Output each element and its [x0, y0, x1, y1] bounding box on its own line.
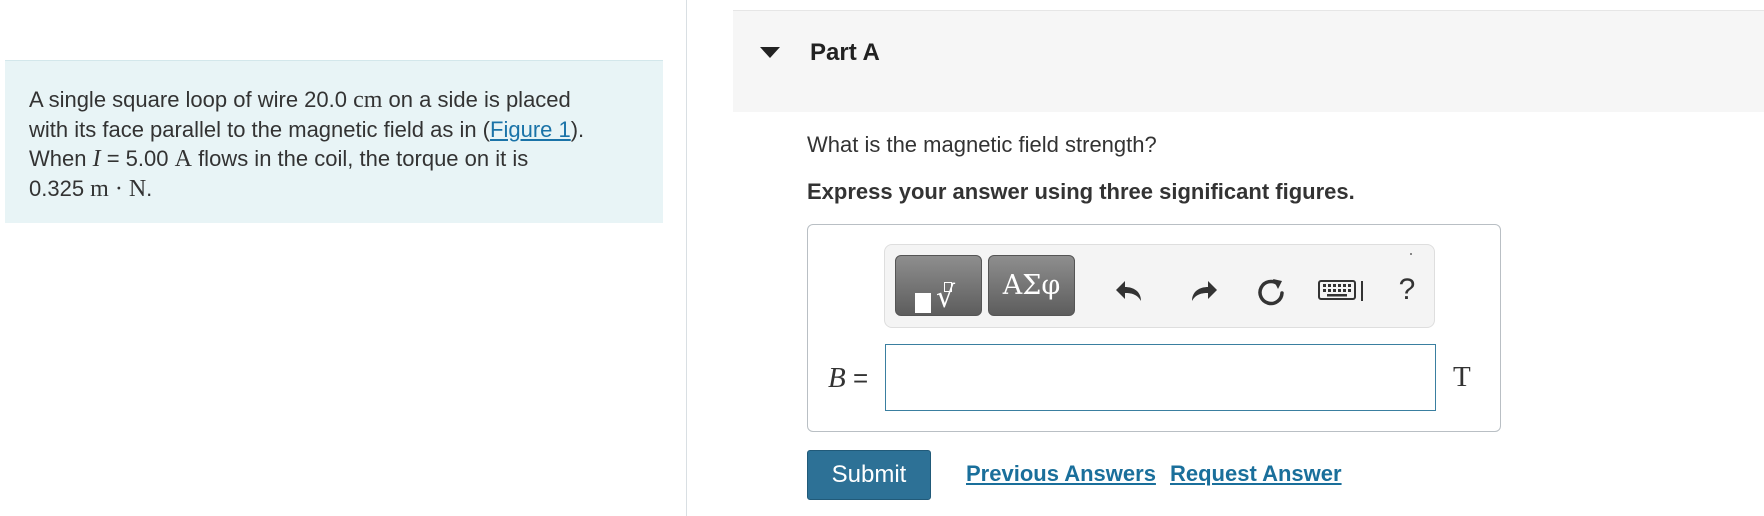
problem-line-3: When I = 5.00 A flows in the coil, the t…: [29, 144, 641, 174]
greek-symbols-button[interactable]: ΑΣφ: [988, 255, 1075, 316]
problem-text: = 5.00: [100, 146, 175, 171]
collapse-caret-icon[interactable]: [760, 47, 780, 58]
unit-A: A: [174, 146, 192, 172]
answer-variable-label: B =: [828, 362, 868, 395]
undo-icon[interactable]: [1110, 275, 1150, 309]
problem-text: A single square loop of wire 20.0: [29, 87, 347, 112]
problem-line-4: 0.325 m · N.: [29, 174, 641, 204]
instruction-text: Express your answer using three signific…: [807, 179, 1355, 204]
reset-icon[interactable]: [1251, 275, 1291, 309]
unit-mN: m · N: [90, 176, 147, 202]
keyboard-icon[interactable]: [1315, 275, 1375, 309]
redo-icon[interactable]: [1183, 275, 1223, 309]
part-title: Part A: [810, 39, 880, 66]
problem-line-2: with its face parallel to the magnetic f…: [29, 115, 641, 144]
problem-text: ).: [570, 117, 585, 142]
problem-text: on a side is placed: [382, 87, 571, 112]
figure-link[interactable]: Figure 1: [490, 117, 571, 142]
problem-text: When: [29, 146, 93, 171]
problem-text: 0.325: [29, 176, 91, 201]
math-toolbar: √ ΑΣφ ?: [884, 244, 1435, 328]
request-answer-link[interactable]: Request Answer: [1170, 461, 1342, 487]
problem-statement: A single square loop of wire 20.0 cm on …: [5, 60, 663, 223]
variable-I: I: [92, 146, 101, 172]
answer-variable: B: [828, 362, 846, 394]
toolbar-dot: [1410, 253, 1412, 255]
problem-text: with its face parallel to the magnetic f…: [29, 117, 491, 142]
problem-text: .: [146, 176, 153, 201]
answer-panel: √ ΑΣφ ? B = T: [807, 224, 1501, 432]
problem-line-1: A single square loop of wire 20.0 cm on …: [29, 85, 641, 115]
equals-sign: =: [845, 363, 869, 393]
answer-unit: T: [1453, 361, 1471, 393]
problem-text: flows in the coil, the torque on it is: [191, 146, 529, 171]
answer-input[interactable]: [885, 344, 1436, 411]
submit-button[interactable]: Submit: [807, 450, 931, 500]
help-button[interactable]: ?: [1387, 273, 1427, 307]
unit-cm: cm: [353, 87, 383, 113]
column-divider: [686, 0, 687, 516]
templates-button[interactable]: √: [895, 255, 982, 316]
question-text: What is the magnetic field strength?: [807, 132, 1157, 157]
part-header[interactable]: Part A: [733, 10, 1764, 112]
previous-answers-link[interactable]: Previous Answers: [966, 461, 1156, 487]
